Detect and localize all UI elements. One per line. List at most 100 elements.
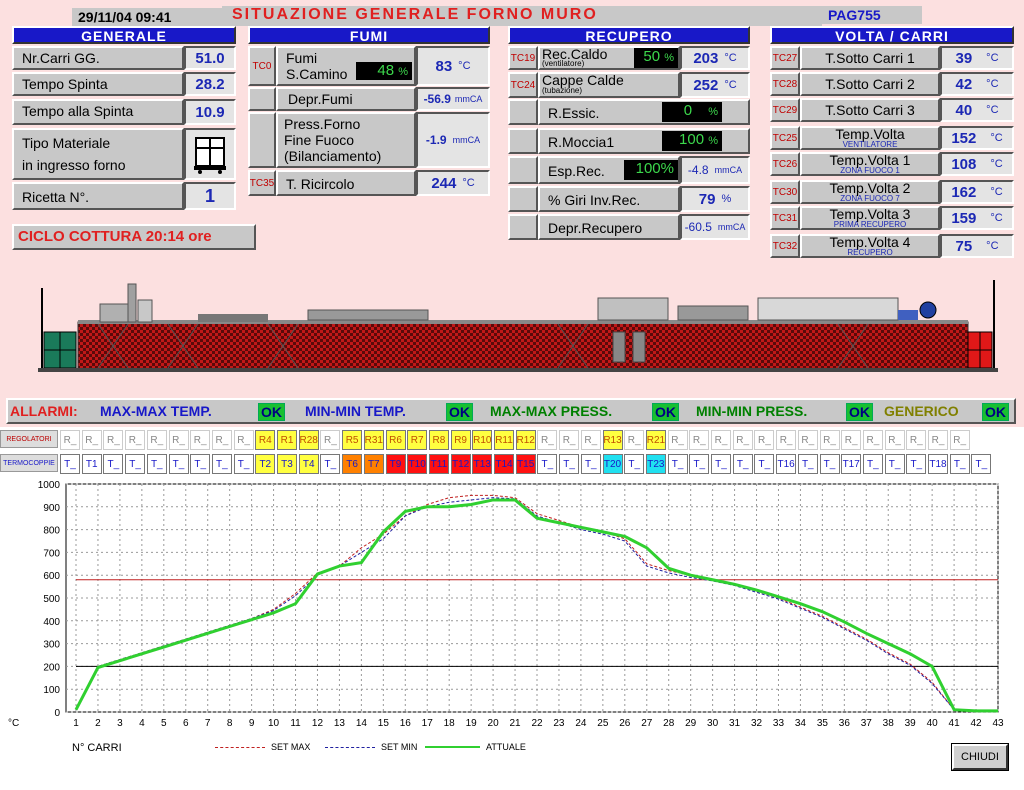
regolatore-cell[interactable]: R5 xyxy=(342,430,363,450)
termocoppia-cell[interactable]: T_ xyxy=(971,454,992,474)
termocoppia-cell[interactable]: T20 xyxy=(602,454,623,474)
termocoppia-cell[interactable]: T_ xyxy=(580,454,601,474)
regolatore-cell[interactable]: R9 xyxy=(450,430,471,450)
termocoppia-cell[interactable]: T10 xyxy=(407,454,428,474)
regolatore-cell[interactable]: R_ xyxy=(884,430,905,450)
termocoppia-cell[interactable]: T_ xyxy=(60,454,80,474)
termocoppia-cell[interactable]: T_ xyxy=(190,454,211,474)
regolatore-cell[interactable]: R_ xyxy=(711,430,731,450)
termocoppia-cell[interactable]: T_ xyxy=(320,454,341,474)
termocoppia-cell[interactable]: T_ xyxy=(559,454,580,474)
regolatore-cell[interactable]: R1 xyxy=(277,430,297,450)
regolatore-cell[interactable]: R21 xyxy=(645,430,666,450)
termocoppia-cell[interactable]: T11 xyxy=(428,454,449,474)
termocoppia-cell[interactable]: T1 xyxy=(81,454,102,474)
termocoppia-cell[interactable]: T9 xyxy=(385,454,406,474)
regolatore-cell[interactable]: R_ xyxy=(624,430,645,450)
termocoppia-cell[interactable]: T_ xyxy=(125,454,146,474)
termocoppia-cell[interactable]: T_ xyxy=(711,454,731,474)
regolatore-cell[interactable]: R_ xyxy=(81,430,102,450)
regolatore-cell[interactable]: R_ xyxy=(103,430,124,450)
termocoppia-cell[interactable]: T6 xyxy=(342,454,363,474)
termocoppia-cell[interactable]: T3 xyxy=(277,454,297,474)
termocoppia-cell[interactable]: T2 xyxy=(255,454,276,474)
regolatore-cell[interactable]: R13 xyxy=(602,430,623,450)
termocoppia-cell[interactable]: T15 xyxy=(515,454,536,474)
volta-name: T.Sotto Carri 2 xyxy=(825,76,915,92)
termocoppia-cell[interactable]: T_ xyxy=(689,454,710,474)
termocoppia-cell[interactable]: T_ xyxy=(906,454,927,474)
termocoppia-cell[interactable]: T_ xyxy=(754,454,775,474)
regolatore-cell[interactable]: R_ xyxy=(190,430,211,450)
regolatore-cell[interactable]: R6 xyxy=(385,430,406,450)
termocoppia-cell[interactable]: T_ xyxy=(819,454,840,474)
termocoppia-cell[interactable]: T12 xyxy=(450,454,471,474)
volta-tag: TC32 xyxy=(770,234,800,258)
termocoppia-cell[interactable]: T13 xyxy=(472,454,493,474)
termocoppia-cell[interactable]: T_ xyxy=(884,454,905,474)
regolatore-cell[interactable]: R_ xyxy=(60,430,80,450)
regolatore-cell[interactable]: R_ xyxy=(754,430,775,450)
termocoppia-cell[interactable]: T17 xyxy=(841,454,862,474)
termocoppia-cell[interactable]: T_ xyxy=(732,454,753,474)
press-forno-tag xyxy=(248,112,276,168)
regolatore-cell[interactable]: R28 xyxy=(298,430,319,450)
regolatore-cell[interactable]: R_ xyxy=(537,430,558,450)
regolatore-cell[interactable]: R_ xyxy=(168,430,189,450)
termocoppia-cell[interactable]: T_ xyxy=(168,454,189,474)
termocoppia-cell[interactable]: T_ xyxy=(233,454,254,474)
regolatore-cell[interactable]: R_ xyxy=(862,430,883,450)
termocoppia-cell[interactable]: T7 xyxy=(363,454,384,474)
termocoppia-cell[interactable]: T14 xyxy=(494,454,514,474)
regolatore-cell[interactable]: R_ xyxy=(125,430,146,450)
kiln-diagram xyxy=(38,280,998,372)
regolatore-cell[interactable]: R_ xyxy=(776,430,797,450)
regolatore-cell[interactable]: R11 xyxy=(494,430,514,450)
regolatore-cell[interactable]: R8 xyxy=(428,430,449,450)
x-tick-label: 30 xyxy=(707,718,719,729)
chiudi-button[interactable]: CHIUDI xyxy=(951,743,1009,771)
regolatore-cell[interactable]: R7 xyxy=(407,430,428,450)
regolatore-cell[interactable]: R_ xyxy=(841,430,862,450)
regolatore-cell[interactable]: R31 xyxy=(363,430,384,450)
volta-name: T.Sotto Carri 3 xyxy=(825,102,915,118)
termocoppia-cell[interactable]: T_ xyxy=(667,454,688,474)
termocoppia-cell[interactable]: T23 xyxy=(645,454,666,474)
x-tick-label: 39 xyxy=(905,718,917,729)
regolatore-cell[interactable]: R_ xyxy=(949,430,970,450)
termocoppia-cell[interactable]: T_ xyxy=(211,454,232,474)
regolatore-cell[interactable]: R4 xyxy=(255,430,276,450)
termocoppia-cell[interactable]: T16 xyxy=(776,454,797,474)
x-tick-label: 16 xyxy=(400,718,412,729)
termocoppia-cell[interactable]: T18 xyxy=(928,454,948,474)
regolatore-cell[interactable]: R_ xyxy=(667,430,688,450)
regolatore-cell[interactable]: R_ xyxy=(689,430,710,450)
x-tick-label: 33 xyxy=(773,718,785,729)
regolatore-cell[interactable]: R_ xyxy=(732,430,753,450)
regolatore-cell[interactable]: R_ xyxy=(906,430,927,450)
termocoppia-cell[interactable]: T_ xyxy=(103,454,124,474)
press-forno-line3: (Bilanciamento) xyxy=(284,148,382,164)
volta-label: T.Sotto Carri 3 xyxy=(800,98,940,122)
regolatore-cell[interactable]: R12 xyxy=(515,430,536,450)
termocoppia-cell[interactable]: T_ xyxy=(537,454,558,474)
regolatore-cell[interactable]: R_ xyxy=(146,430,167,450)
regolatore-cell[interactable]: R_ xyxy=(819,430,840,450)
regolatore-cell[interactable]: R_ xyxy=(928,430,948,450)
regolatore-cell[interactable]: R_ xyxy=(559,430,580,450)
termocoppia-cell[interactable]: T_ xyxy=(797,454,818,474)
y-tick-label: 900 xyxy=(43,503,60,514)
regolatore-cell[interactable]: R_ xyxy=(320,430,341,450)
termocoppia-cell[interactable]: T4 xyxy=(298,454,319,474)
regolatore-cell[interactable]: R_ xyxy=(233,430,254,450)
termocoppia-cell[interactable]: T_ xyxy=(624,454,645,474)
depr-fumi-value: -56.9 mmCA xyxy=(416,87,490,111)
regolatore-cell[interactable]: R_ xyxy=(211,430,232,450)
termocoppia-cell[interactable]: T_ xyxy=(862,454,883,474)
termocoppia-cell[interactable]: T_ xyxy=(949,454,970,474)
regolatore-cell[interactable]: R_ xyxy=(580,430,601,450)
regolatore-cell[interactable]: R_ xyxy=(797,430,818,450)
regolatore-cell[interactable]: R10 xyxy=(472,430,493,450)
volta-label: Temp.Volta 1 ZONA FUOCO 1 xyxy=(800,152,940,176)
termocoppia-cell[interactable]: T_ xyxy=(146,454,167,474)
